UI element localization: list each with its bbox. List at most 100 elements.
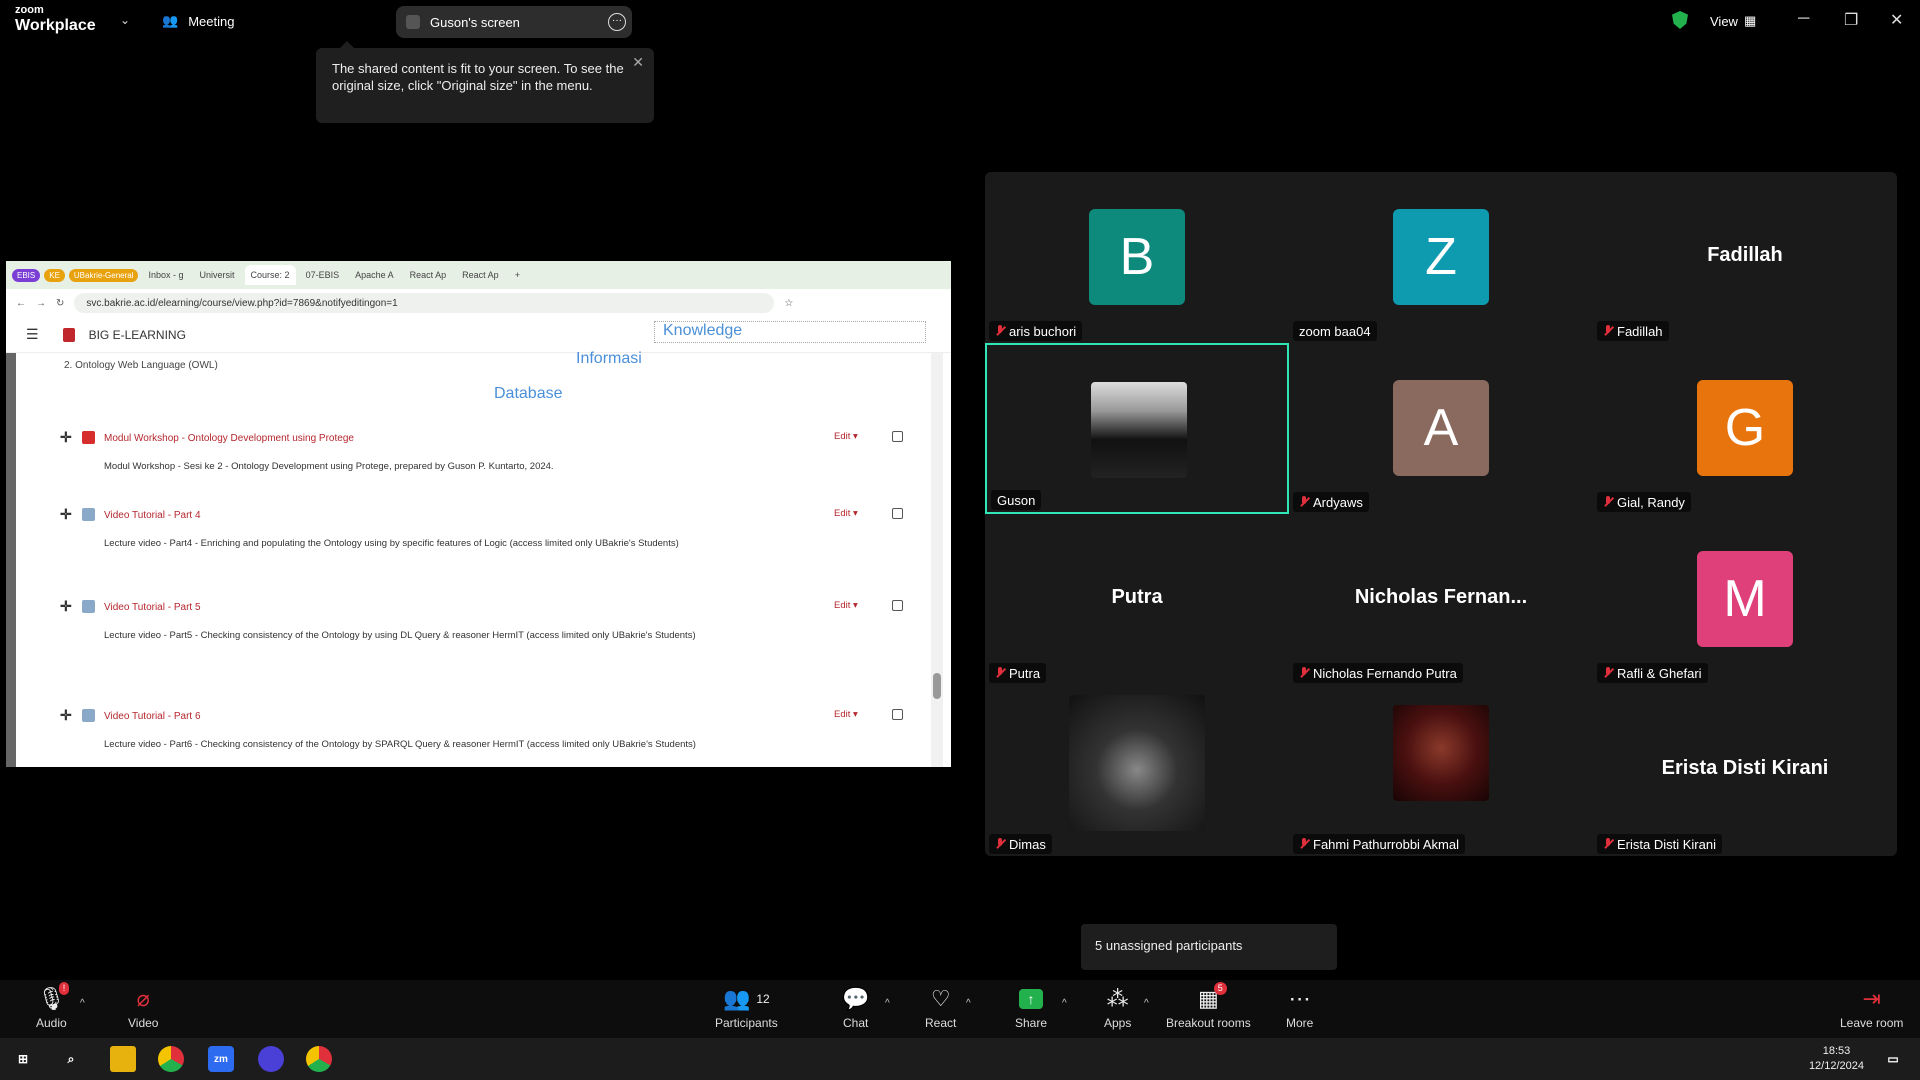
participants-button[interactable]: 👥 12 Participants — [715, 986, 778, 1030]
breakout-rooms-button[interactable]: ▦ 5 Breakout rooms — [1166, 982, 1251, 1030]
fit-screen-tooltip: The shared content is fit to your screen… — [316, 41, 654, 123]
react-options-caret[interactable]: ^ — [966, 998, 971, 1009]
tab-group-ubakrie[interactable]: UBakrie-General — [68, 268, 139, 282]
activity-title[interactable]: Video Tutorial - Part 5 — [104, 602, 201, 613]
scrollbar-thumb[interactable] — [933, 673, 941, 699]
activity-title[interactable]: Video Tutorial - Part 4 — [104, 510, 201, 521]
react-button[interactable]: ♡ React — [925, 986, 956, 1030]
participant-tile[interactable]: Fahmi Pathurrobbi Akmal — [1289, 685, 1593, 856]
browser-tab-active[interactable]: Course: 2 — [244, 265, 296, 285]
participant-tile[interactable]: B aris buchori — [985, 172, 1289, 343]
participant-label: aris buchori — [989, 321, 1083, 341]
leave-room-button[interactable]: ⇥ Leave room — [1840, 986, 1903, 1030]
share-options-caret[interactable]: ^ — [1062, 998, 1067, 1009]
browser-tab[interactable]: React Ap — [404, 265, 453, 285]
audio-options-caret[interactable]: ^ — [80, 998, 85, 1009]
file-explorer-icon[interactable] — [110, 1046, 136, 1072]
close-icon[interactable]: ✕ — [632, 54, 644, 71]
browser-tab[interactable]: Apache A — [349, 265, 400, 285]
edit-menu[interactable]: Edit ▾ — [834, 709, 858, 720]
knowledge-text-box[interactable]: Knowledge — [654, 321, 926, 343]
apps-options-caret[interactable]: ^ — [1144, 998, 1149, 1009]
edit-menu[interactable]: Edit ▾ — [834, 431, 858, 442]
site-title[interactable]: BIG E-LEARNING — [89, 328, 186, 342]
participant-tile[interactable]: Putra Putra — [985, 514, 1289, 685]
browser-tab[interactable]: Universit — [194, 265, 241, 285]
participant-big-name: Erista Disti Kirani — [1661, 757, 1829, 779]
windows-start-icon[interactable]: ⊞ — [10, 1046, 36, 1072]
chrome-icon[interactable] — [306, 1046, 332, 1072]
more-button[interactable]: ⋯ More — [1286, 986, 1313, 1030]
back-icon[interactable]: ← — [16, 298, 26, 309]
shared-screen[interactable]: EBIS KE UBakrie-General Inbox - g Univer… — [6, 261, 951, 767]
completion-checkbox[interactable] — [892, 600, 903, 611]
notifications-icon[interactable]: ▭ — [1880, 1046, 1906, 1072]
reload-icon[interactable]: ↻ — [56, 298, 64, 309]
participant-tile[interactable]: A Ardyaws — [1289, 343, 1593, 514]
system-clock[interactable]: 18:53 12/12/2024 — [1809, 1044, 1864, 1074]
participant-photo — [1069, 695, 1205, 831]
participant-tile[interactable]: Fadillah Fadillah — [1593, 172, 1897, 343]
participant-tile[interactable]: Erista Disti Kirani Erista Disti Kirani — [1593, 685, 1897, 856]
share-button[interactable]: ↑ Share — [1015, 986, 1047, 1030]
browser-tab[interactable]: 07-EBIS — [300, 265, 346, 285]
audio-label: Audio — [36, 1016, 67, 1030]
participant-tile[interactable]: Dimas — [985, 685, 1289, 856]
participant-tile[interactable]: M Rafli & Ghefari — [1593, 514, 1897, 685]
participant-tile[interactable]: G Gial, Randy — [1593, 343, 1897, 514]
forward-icon[interactable]: → — [36, 298, 46, 309]
completion-checkbox[interactable] — [892, 508, 903, 519]
tab-group-ebis[interactable]: EBIS — [12, 268, 41, 282]
activity-title[interactable]: Video Tutorial - Part 6 — [104, 711, 201, 722]
participant-tile[interactable]: Z zoom baa04 — [1289, 172, 1593, 343]
apps-button[interactable]: ⁂ Apps — [1104, 986, 1131, 1030]
activity-title[interactable]: Modul Workshop - Ontology Development us… — [104, 433, 354, 444]
browser-tab[interactable]: React Ap — [456, 265, 505, 285]
restore-icon[interactable]: ❐ — [1844, 10, 1858, 30]
move-icon[interactable]: ✛ — [60, 429, 72, 446]
edit-menu[interactable]: Edit ▾ — [834, 600, 858, 611]
scrollbar[interactable] — [931, 353, 943, 767]
shared-screen-pill[interactable]: Guson's screen ··· — [396, 6, 632, 38]
completion-checkbox[interactable] — [892, 709, 903, 720]
activity-description: Modul Workshop - Sesi ke 2 - Ontology De… — [104, 461, 554, 472]
activity-description: Lecture video - Part5 - Checking consist… — [104, 630, 696, 641]
chrome-icon[interactable] — [158, 1046, 184, 1072]
address-bar[interactable]: svc.bakrie.ac.id/elearning/course/view.p… — [74, 293, 775, 313]
security-shield-icon[interactable] — [1672, 11, 1688, 29]
participant-tile-active-speaker[interactable]: Guson — [985, 343, 1289, 514]
chevron-down-icon[interactable]: ⌄ — [120, 13, 130, 27]
zoom-workplace-logo[interactable]: zoom Workplace — [15, 5, 96, 34]
close-icon[interactable]: ✕ — [1890, 10, 1903, 30]
browser-tab-strip: EBIS KE UBakrie-General Inbox - g Univer… — [6, 261, 951, 289]
unassigned-participants-popup[interactable]: 5 unassigned participants — [1081, 924, 1337, 970]
meeting-menu[interactable]: 👥 Meeting — [162, 13, 234, 29]
tab-group-ke[interactable]: KE — [44, 268, 65, 282]
view-menu[interactable]: View ▦ — [1710, 13, 1756, 29]
star-icon[interactable]: ☆ — [784, 298, 793, 309]
chat-options-caret[interactable]: ^ — [885, 998, 890, 1009]
move-icon[interactable]: ✛ — [60, 598, 72, 615]
browser-tab[interactable]: Inbox - g — [142, 265, 189, 285]
more-options-icon[interactable]: ··· — [608, 13, 626, 31]
chat-button[interactable]: 💬 Chat — [842, 986, 869, 1030]
audio-button[interactable]: 🎙! Audio — [36, 982, 70, 1030]
menu-icon[interactable]: ☰ — [26, 326, 39, 343]
app-taskbar-icon[interactable] — [258, 1046, 284, 1072]
video-button[interactable]: ⌀ Video — [128, 986, 158, 1030]
view-label: View — [1710, 13, 1738, 29]
participant-name: Rafli & Ghefari — [1617, 665, 1702, 681]
tooltip-text: The shared content is fit to your screen… — [332, 61, 624, 93]
informasi-text: Informasi — [576, 350, 642, 367]
search-icon[interactable]: ⌕ — [58, 1046, 84, 1072]
new-tab-icon[interactable]: + — [509, 265, 526, 285]
minimize-icon[interactable]: ─ — [1798, 10, 1809, 28]
move-icon[interactable]: ✛ — [60, 506, 72, 523]
edit-menu[interactable]: Edit ▾ — [834, 508, 858, 519]
participant-label: Dimas — [989, 834, 1052, 854]
zoom-taskbar-icon[interactable]: zm — [208, 1046, 234, 1072]
move-icon[interactable]: ✛ — [60, 707, 72, 724]
participant-tile[interactable]: Nicholas Fernan... Nicholas Fernando Put… — [1289, 514, 1593, 685]
zoom-title-bar: zoom Workplace ⌄ 👥 Meeting Guson's scree… — [0, 0, 1920, 44]
completion-checkbox[interactable] — [892, 431, 903, 442]
